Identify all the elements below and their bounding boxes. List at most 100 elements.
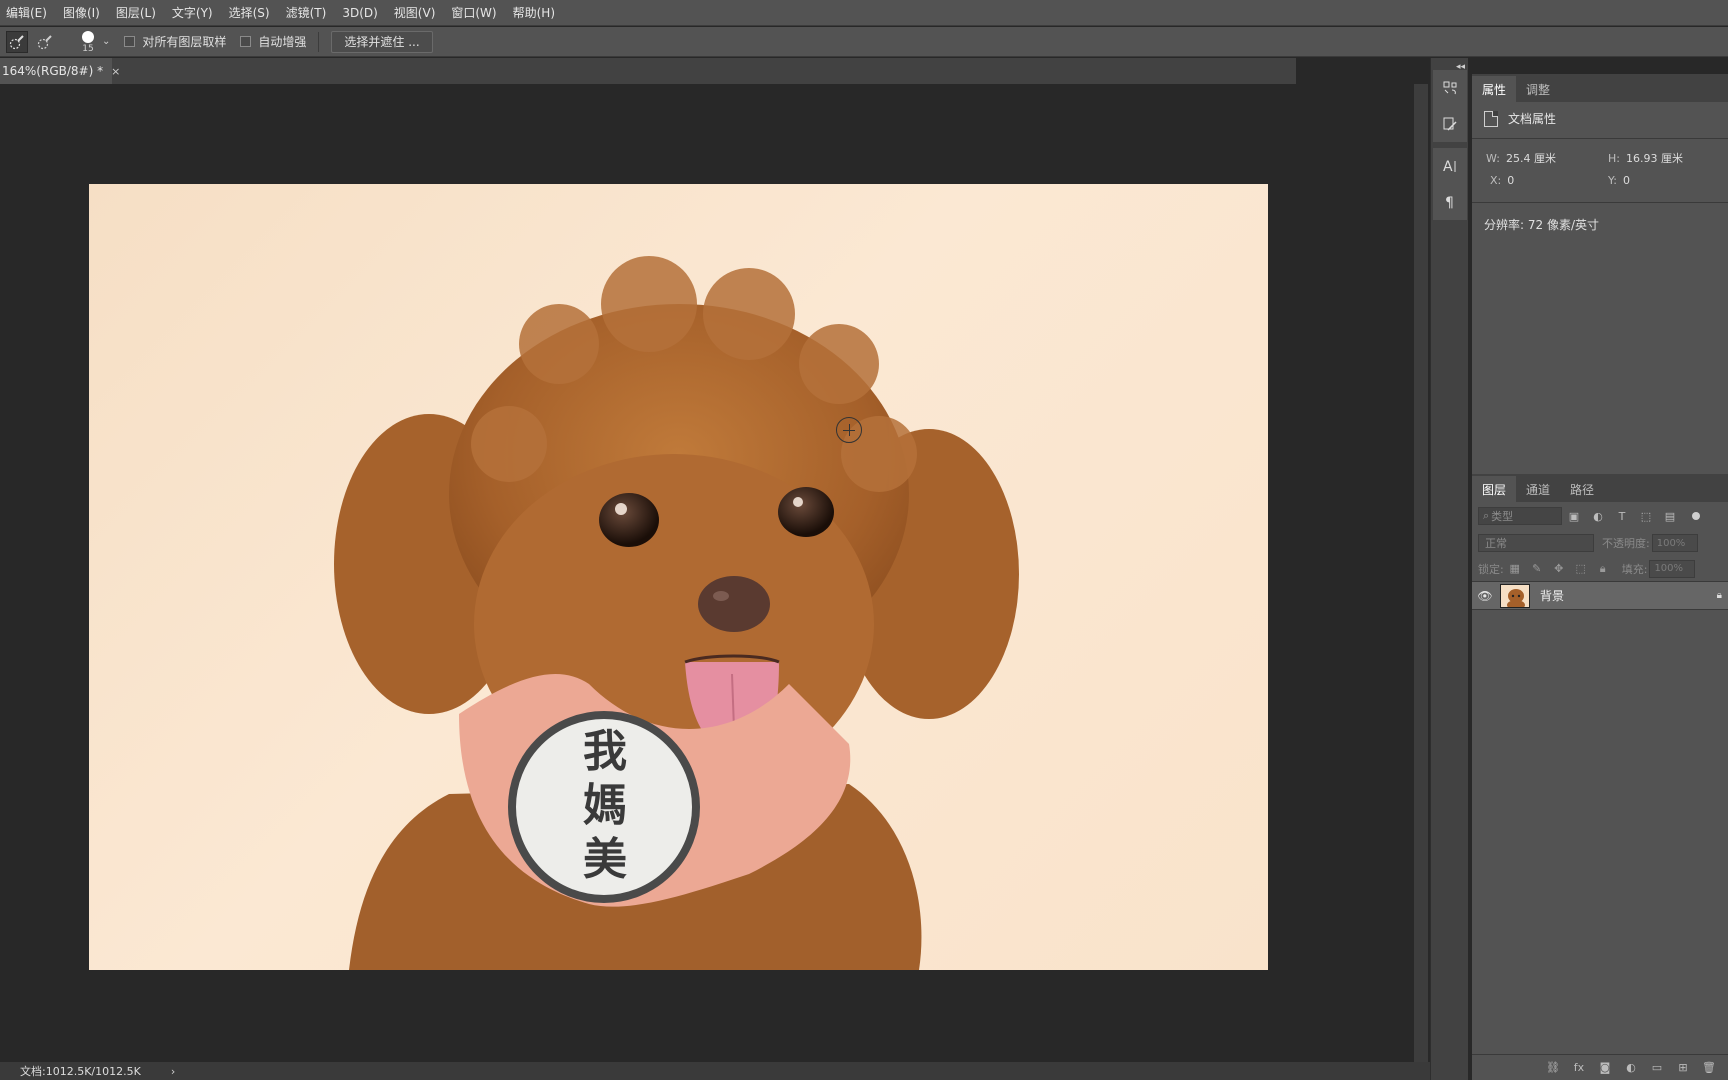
- layers-panel: 图层 通道 路径 ⌕ 类型 ▣ ◐ T ⬚ ▤ 正常 不透明度: 100% 锁定…: [1472, 474, 1728, 1080]
- quick-selection-add-button[interactable]: [34, 31, 56, 53]
- lock-icon: 🔒︎: [1716, 590, 1722, 601]
- filter-toggle[interactable]: [1692, 512, 1700, 520]
- resolution-text: 分辨率: 72 像素/英寸: [1484, 218, 1599, 232]
- delete-layer-icon[interactable]: 🗑︎: [1696, 1061, 1722, 1074]
- properties-tabs: 属性 调整: [1472, 74, 1728, 102]
- y-value[interactable]: 0: [1623, 174, 1630, 187]
- new-layer-icon[interactable]: ⊞: [1670, 1061, 1696, 1074]
- lock-artboard-icon[interactable]: ⬚: [1570, 562, 1592, 575]
- close-icon[interactable]: ×: [111, 65, 120, 78]
- y-field[interactable]: Y: 0: [1608, 174, 1630, 187]
- type-filter-icon[interactable]: T: [1610, 510, 1634, 523]
- sample-all-layers-checkbox[interactable]: 对所有图层取样: [124, 33, 226, 50]
- doc-size-info: 文档:1012.5K/1012.5K: [20, 1065, 141, 1078]
- lock-position-icon[interactable]: ✥: [1548, 562, 1570, 575]
- brush-settings-icon[interactable]: [1433, 106, 1467, 142]
- adjustment-filter-icon[interactable]: ◐: [1586, 510, 1610, 523]
- document-icon: [1484, 110, 1498, 127]
- width-value[interactable]: 25.4 厘米: [1506, 152, 1556, 165]
- lock-row: 锁定: ▦ ✎ ✥ ⬚ 🔒︎ 填充: 100%: [1472, 556, 1728, 582]
- photoshop-window: 编辑(E) 图像(I) 图层(L) 文字(Y) 选择(S) 滤镜(T) 3D(D…: [0, 0, 1728, 1080]
- tab-paths[interactable]: 路径: [1560, 476, 1604, 502]
- menu-edit[interactable]: 编辑(E): [6, 4, 47, 21]
- dock-group-history: [1433, 70, 1467, 142]
- y-label: Y:: [1608, 174, 1617, 187]
- image-filter-icon[interactable]: ▣: [1562, 510, 1586, 523]
- collapse-panels-icon[interactable]: ◂◂: [1456, 62, 1465, 72]
- character-icon[interactable]: A: [1433, 148, 1467, 184]
- height-label: H:: [1608, 152, 1620, 165]
- tab-properties[interactable]: 属性: [1472, 76, 1517, 102]
- link-layers-icon[interactable]: ⛓: [1540, 1061, 1566, 1074]
- document-image[interactable]: 我 媽 美: [89, 184, 1268, 970]
- layer-style-icon[interactable]: fx: [1566, 1061, 1592, 1074]
- svg-text:¶: ¶: [1445, 195, 1454, 210]
- blend-mode-select[interactable]: 正常: [1478, 534, 1594, 552]
- height-field[interactable]: H: 16.93 厘米: [1608, 150, 1683, 166]
- lock-transparent-icon[interactable]: ▦: [1504, 562, 1526, 575]
- paragraph-icon[interactable]: ¶: [1433, 184, 1467, 220]
- menu-view[interactable]: 视图(V): [394, 4, 436, 21]
- quick-selection-new-button[interactable]: [6, 30, 28, 53]
- tab-channels[interactable]: 通道: [1516, 476, 1560, 502]
- smart-object-filter-icon[interactable]: ▤: [1658, 510, 1682, 523]
- chevron-down-icon[interactable]: ⌄: [102, 36, 110, 47]
- add-mask-icon[interactable]: ◙: [1592, 1061, 1618, 1074]
- opacity-label: 不透明度:: [1602, 537, 1650, 550]
- status-bar: 文档:1012.5K/1012.5K ›: [0, 1062, 1432, 1080]
- menu-select[interactable]: 选择(S): [229, 4, 270, 21]
- menu-layer[interactable]: 图层(L): [116, 4, 156, 21]
- options-bar: 15 ⌄ 对所有图层取样 自动增强 选择并遮住 ...: [0, 27, 1728, 57]
- menu-filter[interactable]: 滤镜(T): [286, 4, 327, 21]
- shape-filter-icon[interactable]: ⬚: [1634, 510, 1658, 523]
- divider: [1472, 138, 1728, 139]
- auto-enhance-checkbox[interactable]: 自动增强: [240, 33, 306, 50]
- menu-3d[interactable]: 3D(D): [342, 6, 377, 20]
- menu-window[interactable]: 窗口(W): [451, 4, 496, 21]
- menu-type[interactable]: 文字(Y): [172, 4, 213, 21]
- checkbox-box[interactable]: [124, 36, 136, 47]
- poodle-photo: 我 媽 美: [334, 256, 1019, 970]
- svg-text:A: A: [1443, 159, 1453, 174]
- width-field[interactable]: W: 25.4 厘米: [1486, 150, 1556, 166]
- lock-all-icon[interactable]: 🔒︎: [1592, 562, 1614, 576]
- layers-tabs: 图层 通道 路径: [1472, 474, 1728, 502]
- canvas-area[interactable]: 我 媽 美: [0, 84, 1414, 1062]
- select-and-mask-button[interactable]: 选择并遮住 ...: [331, 30, 433, 53]
- layer-row[interactable]: 👁︎ 背景 🔒︎: [1472, 582, 1728, 610]
- tab-layers[interactable]: 图层: [1472, 476, 1517, 502]
- brush-picker[interactable]: 15: [76, 29, 100, 55]
- height-value[interactable]: 16.93 厘米: [1626, 152, 1683, 165]
- menu-image[interactable]: 图像(I): [63, 4, 100, 21]
- layer-name: 背景: [1540, 589, 1565, 603]
- new-group-icon[interactable]: ▭: [1644, 1061, 1670, 1074]
- chevron-right-icon[interactable]: ›: [171, 1065, 175, 1078]
- visibility-eye-icon[interactable]: 👁︎: [1472, 589, 1498, 603]
- checkbox-box[interactable]: [240, 36, 252, 47]
- document-properties-header: 文档属性: [1484, 110, 1556, 127]
- width-label: W:: [1486, 152, 1500, 165]
- layer-filter-select[interactable]: ⌕ 类型: [1478, 507, 1562, 525]
- menu-help[interactable]: 帮助(H): [513, 4, 555, 21]
- blend-row: 正常 不透明度: 100%: [1472, 530, 1728, 556]
- fill-input[interactable]: 100%: [1649, 559, 1696, 578]
- adjustment-layer-icon[interactable]: ◐: [1618, 1061, 1644, 1074]
- brush-dot-icon: [82, 30, 94, 43]
- vertical-scrollbar[interactable]: [1414, 84, 1428, 1062]
- search-icon: ⌕: [1483, 509, 1490, 522]
- tab-adjustments[interactable]: 调整: [1516, 76, 1560, 102]
- auto-enhance-label: 自动增强: [258, 35, 307, 49]
- dock-group-type: A ¶: [1433, 148, 1467, 220]
- x-value[interactable]: 0: [1507, 174, 1514, 187]
- brush-cursor-icon: [836, 417, 862, 443]
- opacity-input[interactable]: 100%: [1651, 534, 1698, 552]
- history-icon[interactable]: [1433, 70, 1467, 106]
- x-field[interactable]: X: 0: [1490, 174, 1514, 187]
- layer-filter-row: ⌕ 类型 ▣ ◐ T ⬚ ▤: [1472, 502, 1728, 530]
- quick-selection-add-icon: [37, 34, 52, 49]
- lock-pixels-icon[interactable]: ✎: [1526, 562, 1548, 575]
- document-tab-bar: 164%(RGB/8#) * ×: [0, 58, 1296, 84]
- sample-all-layers-label: 对所有图层取样: [142, 35, 227, 49]
- document-tab[interactable]: 164%(RGB/8#) * ×: [0, 58, 120, 84]
- lock-label: 锁定:: [1478, 562, 1504, 576]
